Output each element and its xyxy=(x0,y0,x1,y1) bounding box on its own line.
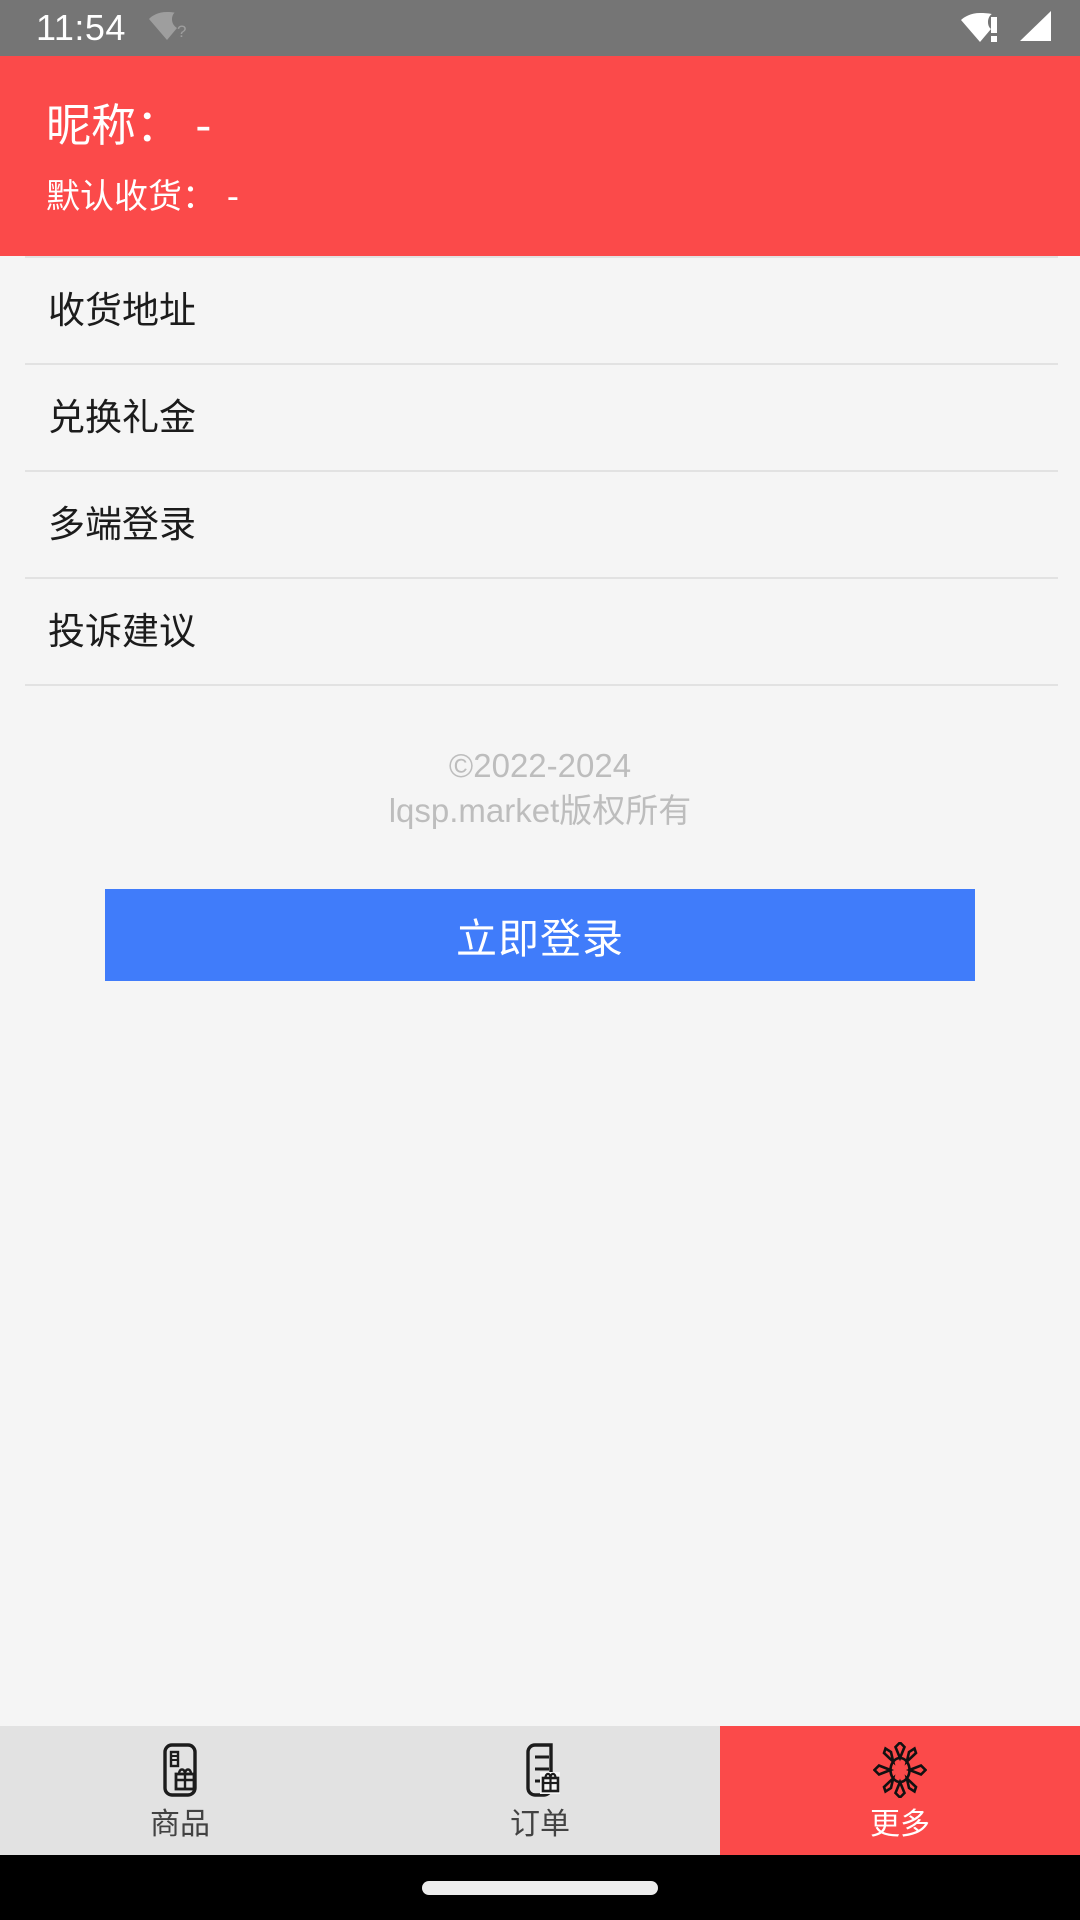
menu-item-label: 多端登录 xyxy=(48,503,196,546)
login-button-container: 立即登录 xyxy=(0,833,1080,982)
copyright-notice: ©2022-2024 lqsp.market版权所有 xyxy=(0,744,1080,833)
tab-orders[interactable]: 订单 xyxy=(360,1726,720,1855)
product-card-gift-icon xyxy=(155,1742,205,1798)
tab-label: 订单 xyxy=(510,1806,570,1842)
menu-item-label: 兑换礼金 xyxy=(48,396,196,439)
menu-item-label: 投诉建议 xyxy=(48,610,196,653)
phone-screen: 11:54 ? 昵称： - 默认收货： - 收货地址 兑换礼金 多端登录 投诉建… xyxy=(0,0,1080,1920)
content-spacer xyxy=(0,981,1080,1726)
menu-item-label: 收货地址 xyxy=(48,289,196,332)
status-bar-left: 11:54 ? xyxy=(36,9,188,47)
settings-menu-list: 收货地址 兑换礼金 多端登录 投诉建议 xyxy=(0,256,1080,686)
tab-label: 更多 xyxy=(870,1806,930,1842)
login-button[interactable]: 立即登录 xyxy=(105,889,975,982)
profile-default-address: 默认收货： - xyxy=(46,177,240,218)
order-list-gift-icon xyxy=(515,1742,565,1798)
home-indicator[interactable] xyxy=(422,1880,658,1895)
bottom-tab-bar: 商品 订单 更多 xyxy=(0,1726,1080,1855)
tab-label: 商品 xyxy=(150,1806,210,1842)
menu-item-multi-device-login[interactable]: 多端登录 xyxy=(0,472,1080,577)
wifi-alert-icon xyxy=(960,8,1004,48)
wifi-unknown-icon: ? xyxy=(148,9,188,47)
menu-divider xyxy=(25,684,1058,686)
status-bar: 11:54 ? xyxy=(0,0,1080,56)
cell-signal-icon xyxy=(1018,9,1054,47)
menu-item-redeem-gift[interactable]: 兑换礼金 xyxy=(0,365,1080,470)
profile-header: 昵称： - 默认收货： - xyxy=(0,56,1080,256)
system-navigation-area xyxy=(0,1855,1080,1920)
menu-item-complaints-suggestions[interactable]: 投诉建议 xyxy=(0,579,1080,684)
tab-products[interactable]: 商品 xyxy=(0,1726,360,1855)
sunburst-more-icon xyxy=(873,1741,927,1798)
status-clock: 11:54 xyxy=(36,7,126,48)
menu-item-shipping-address[interactable]: 收货地址 xyxy=(0,258,1080,363)
copyright-line-2: lqsp.market版权所有 xyxy=(388,791,692,829)
status-bar-right xyxy=(960,8,1054,48)
svg-text:?: ? xyxy=(177,22,186,41)
copyright-line-1: ©2022-2024 xyxy=(448,747,632,784)
tab-more[interactable]: 更多 xyxy=(720,1726,1080,1855)
profile-nickname: 昵称： - xyxy=(46,99,212,152)
